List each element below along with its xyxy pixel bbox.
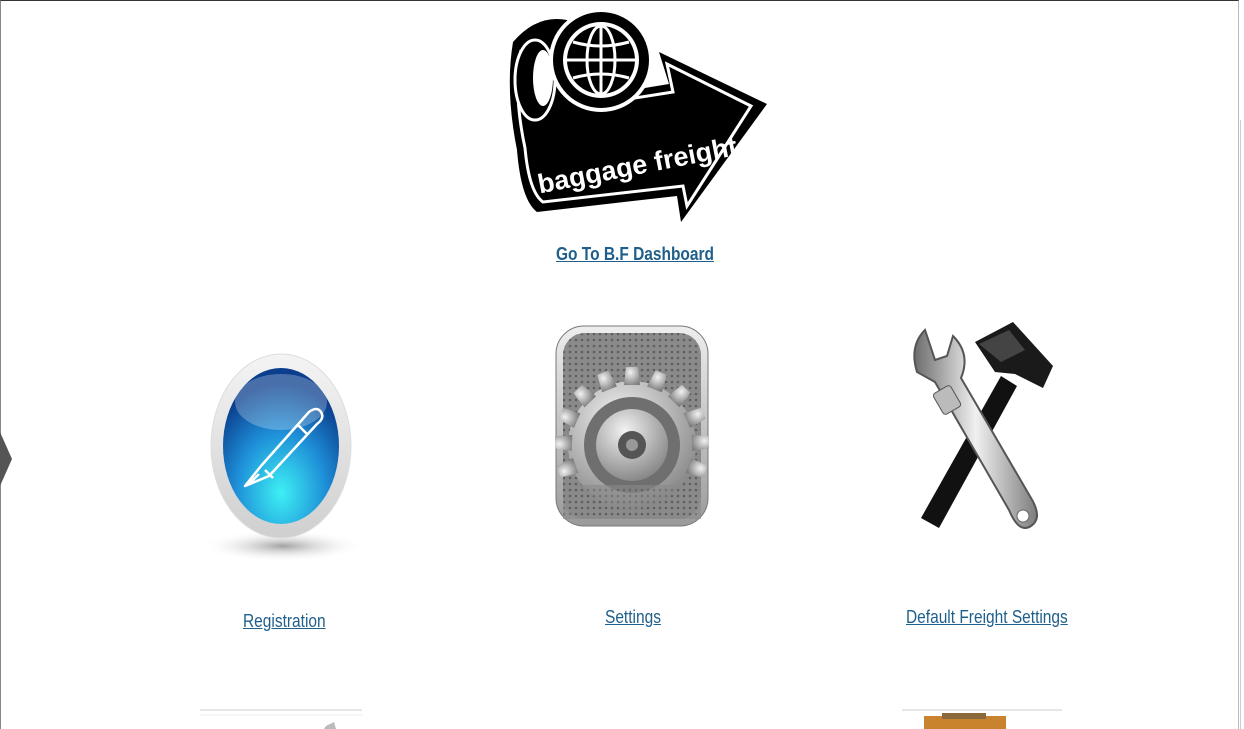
default-freight-settings-link[interactable]: Default Freight Settings [906,607,1068,628]
baggage-freight-logo[interactable]: baggage freight [497,0,769,228]
go-to-dashboard-link[interactable]: Go To B.F Dashboard [556,244,714,265]
gear-icon[interactable] [555,325,709,527]
next-row-icon-left[interactable] [200,708,362,729]
pen-icon[interactable] [197,350,369,565]
registration-link[interactable]: Registration [243,611,326,632]
carousel-prev-arrow[interactable] [0,432,12,486]
globe-icon [549,8,653,112]
next-row-icon-right[interactable] [902,708,1062,729]
tools-icon[interactable] [905,322,1055,536]
scrollbar-edge[interactable] [1240,120,1244,729]
settings-link[interactable]: Settings [605,607,661,628]
